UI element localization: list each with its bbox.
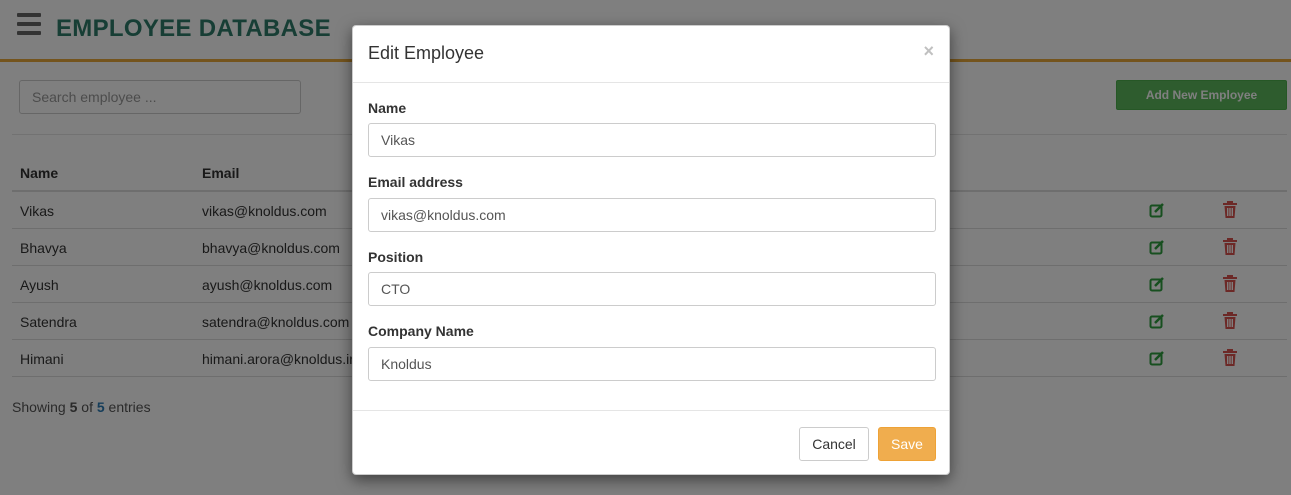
modal-footer: Cancel Save — [353, 410, 949, 476]
name-label: Name — [368, 100, 407, 116]
save-button[interactable]: Save — [878, 427, 936, 461]
modal-header: Edit Employee × — [353, 26, 949, 83]
modal-title: Edit Employee — [368, 43, 485, 63]
position-label: Position — [368, 249, 424, 265]
edit-employee-modal: Edit Employee × Name Email address Posit… — [352, 25, 950, 475]
company-name-field[interactable] — [368, 347, 936, 381]
close-icon[interactable]: × — [923, 41, 934, 61]
company-name-label: Company Name — [368, 323, 474, 339]
cancel-button[interactable]: Cancel — [799, 427, 869, 461]
name-field[interactable] — [368, 123, 936, 157]
email-label: Email address — [368, 174, 463, 190]
email-field[interactable] — [368, 198, 936, 232]
position-field[interactable] — [368, 272, 936, 306]
